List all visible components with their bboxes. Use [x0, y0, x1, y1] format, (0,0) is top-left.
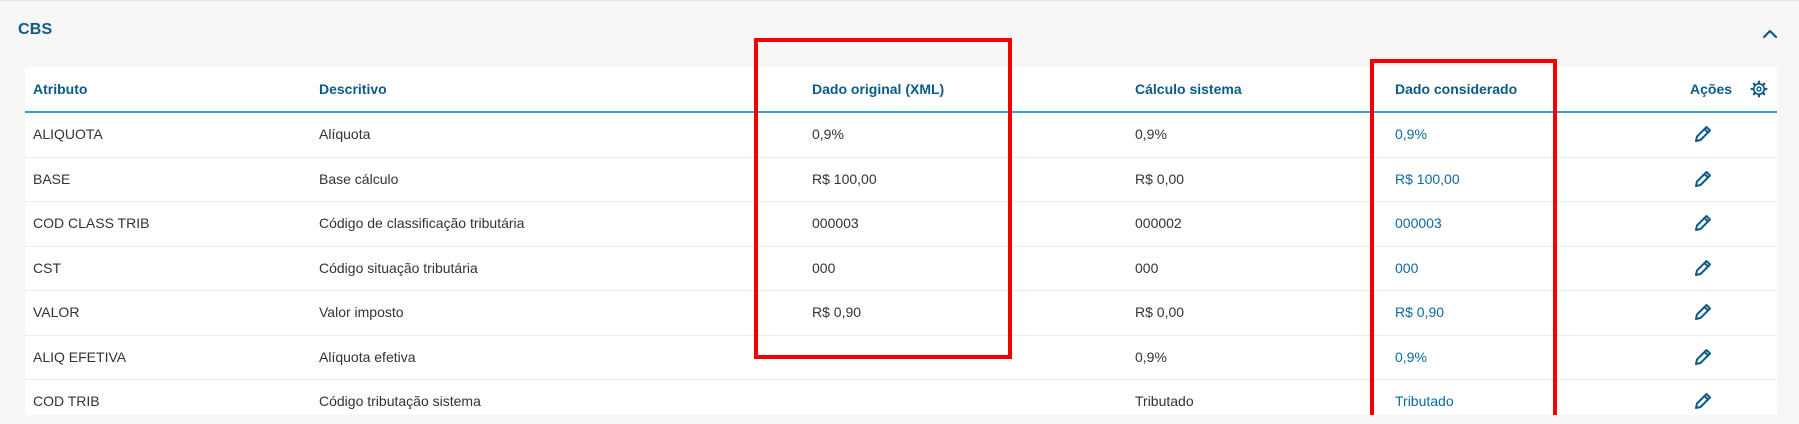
cell-dado-original: R$ 0,90	[812, 304, 862, 320]
cbs-panel: CBS Atributo Descritivo Dado original (X…	[0, 0, 1799, 415]
pencil-icon	[1695, 304, 1711, 320]
col-header-calculo-sistema[interactable]: Cálculo sistema	[1135, 81, 1242, 97]
cell-atributo: CST	[33, 259, 61, 276]
cell-calculo-sistema: 0,9%	[1135, 126, 1167, 142]
pencil-icon	[1695, 348, 1711, 365]
cell-descritivo: Alíquota	[319, 126, 371, 142]
cell-descritivo: Código situação tributária	[319, 259, 478, 276]
col-header-atributo[interactable]: Atributo	[33, 81, 87, 97]
cell-dado-considerado[interactable]: 000003	[1395, 215, 1442, 231]
cell-dado-considerado[interactable]: 000	[1395, 260, 1418, 276]
cell-dado-original: R$ 100,00	[812, 170, 877, 187]
pencil-icon	[1695, 259, 1711, 276]
cell-descritivo: Código de classificação tributária	[319, 215, 525, 231]
edit-button[interactable]	[1692, 168, 1714, 190]
table-row: ALIQUOTA Alíquota 0,9% 0,9% 0,9%	[25, 113, 1777, 158]
table-body: ALIQUOTA Alíquota 0,9% 0,9% 0,9% BASE Base cál…	[25, 113, 1777, 424]
table-row: COD TRIB Código tributação sistema Tributa…	[25, 380, 1777, 424]
cell-dado-considerado[interactable]: Tributado	[1395, 393, 1454, 409]
cell-dado-original: 000003	[812, 215, 859, 231]
pencil-icon	[1695, 126, 1711, 142]
cell-calculo-sistema: R$ 0,00	[1135, 170, 1185, 187]
pencil-icon	[1695, 393, 1711, 409]
cell-calculo-sistema: Tributado	[1135, 393, 1194, 409]
table-row: BASE Base cálculo R$ 100,00 R$ 0,00 R$ 100,0…	[25, 158, 1777, 202]
cell-dado-considerado[interactable]: R$ 0,90	[1395, 304, 1444, 320]
col-header-acoes: Ações	[1690, 81, 1733, 97]
section-title[interactable]: CBS	[18, 21, 52, 39]
pencil-icon	[1695, 215, 1711, 231]
cell-calculo-sistema: 0,9%	[1135, 348, 1167, 365]
col-header-dado-considerado[interactable]: Dado considerado	[1395, 81, 1517, 97]
cell-calculo-sistema: R$ 0,00	[1135, 304, 1185, 320]
table-row: VALOR Valor imposto R$ 0,90 R$ 0,00 R$ 0,90	[25, 291, 1777, 336]
chevron-up-icon	[1762, 29, 1778, 39]
table-row: COD CLASS TRIB Código de classificação tr…	[25, 202, 1777, 247]
edit-button[interactable]	[1692, 212, 1714, 234]
cell-atributo: COD TRIB	[33, 393, 100, 409]
table-header: Atributo Descritivo Dado original (XML) …	[25, 67, 1777, 113]
cell-atributo: ALIQUOTA	[33, 126, 103, 142]
cell-descritivo: Código tributação sistema	[319, 393, 481, 409]
cell-calculo-sistema: 000002	[1135, 215, 1182, 231]
cell-atributo: VALOR	[33, 304, 80, 320]
cell-atributo: ALIQ EFETIVA	[33, 348, 127, 365]
col-header-dado-original[interactable]: Dado original (XML)	[812, 81, 944, 97]
gear-icon	[1750, 80, 1768, 98]
collapse-button[interactable]	[1759, 23, 1781, 45]
edit-button[interactable]	[1692, 257, 1714, 279]
cell-dado-considerado[interactable]: 0,9%	[1395, 349, 1427, 365]
cell-dado-considerado[interactable]: R$ 100,00	[1395, 171, 1460, 187]
col-header-descritivo[interactable]: Descritivo	[319, 81, 387, 97]
edit-button[interactable]	[1692, 390, 1714, 412]
edit-button[interactable]	[1692, 123, 1714, 145]
cell-descritivo: Alíquota efetiva	[319, 348, 416, 365]
cell-dado-original: 000	[812, 259, 836, 276]
cell-dado-considerado[interactable]: 0,9%	[1395, 126, 1427, 142]
pencil-icon	[1695, 170, 1711, 187]
table-row: ALIQ EFETIVA Alíquota efetiva 0,9% 0,9%	[25, 336, 1777, 380]
cell-calculo-sistema: 000	[1135, 259, 1159, 276]
attributes-table: Atributo Descritivo Dado original (XML) …	[25, 67, 1777, 415]
cell-dado-original: 0,9%	[812, 126, 844, 142]
cell-atributo: BASE	[33, 170, 71, 187]
cell-descritivo: Valor imposto	[319, 304, 404, 320]
edit-button[interactable]	[1692, 301, 1714, 323]
cell-atributo: COD CLASS TRIB	[33, 215, 150, 231]
cell-descritivo: Base cálculo	[319, 170, 399, 187]
table-row: CST Código situação tributária 000 000 000	[25, 247, 1777, 291]
table-settings-button[interactable]	[1750, 80, 1768, 98]
edit-button[interactable]	[1692, 346, 1714, 368]
